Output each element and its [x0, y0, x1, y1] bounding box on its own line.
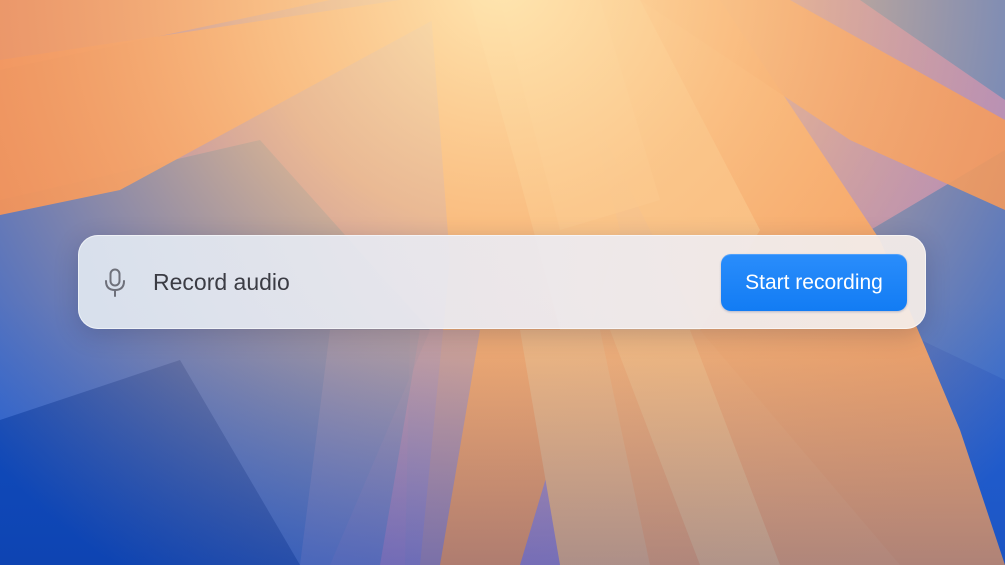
microphone-icon [105, 268, 125, 297]
record-audio-label: Record audio [153, 269, 290, 295]
start-recording-button[interactable]: Start recording [721, 254, 907, 311]
